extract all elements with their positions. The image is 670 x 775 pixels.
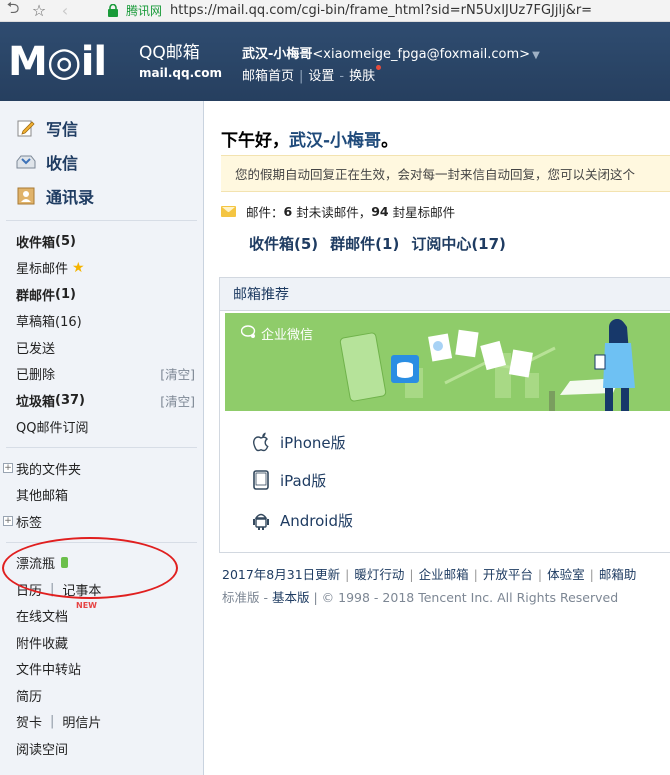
plus-expand-icon[interactable]: +: [3, 463, 13, 474]
quick-subscription-link[interactable]: 订阅中心(17): [411, 235, 506, 253]
receive-label: 收信: [46, 154, 79, 173]
account-name: 武汉-小梅哥: [242, 47, 313, 62]
footer-copyright: 标准版 - 基本版 | © 1998 - 2018 Tencent Inc. A…: [222, 590, 619, 605]
apple-icon: [250, 431, 272, 453]
browser-toolbar: ⮌ ☆ ‹ 腾讯网 https://mail.qq.com/cgi-bin/fr…: [0, 0, 670, 22]
sidebar-item-spam[interactable]: 垃圾箱 (37) [清空]: [0, 387, 203, 414]
starred-link[interactable]: 封星标邮件: [393, 202, 456, 221]
main-content: 下午好，武汉-小梅哥。 您的假期自动回复正在生效，会对每一封来信自动回复，您可以…: [205, 101, 670, 775]
sidebar-item-my-folders[interactable]: + 我的文件夹: [0, 455, 203, 482]
postcard-link[interactable]: 明信片: [62, 712, 101, 731]
tablet-icon: [250, 469, 272, 491]
recommend-title: 邮箱推荐: [220, 278, 670, 311]
inbox-tray-icon: [16, 152, 36, 172]
site-name: 腾讯网: [126, 4, 163, 18]
copyright-text: © 1998 - 2018 Tencent Inc. All Rights Re…: [321, 590, 619, 605]
quick-links: 收件箱(5) 群邮件(1) 订阅中心(17): [249, 233, 518, 254]
sidebar-item-drafts[interactable]: 草稿箱(16): [0, 308, 203, 335]
lock-icon: [106, 4, 120, 18]
sidebar-item-cards: 贺卡 | 明信片: [16, 712, 102, 732]
bottle-icon: [61, 557, 69, 569]
envelope-icon: [221, 206, 236, 217]
footer-update-link[interactable]: 2017年8月31日更新: [222, 567, 340, 582]
starred-count: 94: [371, 204, 389, 219]
account-email: <xiaomeige_fpga@foxmail.com>: [312, 47, 531, 62]
mail-logo[interactable]: M◎il: [8, 40, 107, 84]
compose-label: 写信: [46, 120, 79, 139]
sidebar-item-drift-bottle[interactable]: 漂流瓶: [0, 550, 203, 577]
greeting-card-link[interactable]: 贺卡: [16, 712, 42, 731]
quick-inbox-link[interactable]: 收件箱(5): [249, 235, 318, 253]
receive-button[interactable]: 收信: [0, 145, 203, 179]
chevron-down-icon[interactable]: ▼: [532, 50, 540, 61]
clear-deleted-button[interactable]: [清空]: [160, 364, 195, 383]
vacation-notice: 您的假期自动回复正在生效，会对每一封来信自动回复，您可以关闭这个: [221, 155, 670, 192]
sidebar-item-starred[interactable]: 星标邮件 ★: [0, 255, 203, 282]
notes-link[interactable]: 记事本: [62, 580, 101, 599]
product-domain: mail.qq.com: [139, 66, 222, 80]
iphone-app-link[interactable]: iPhone版: [250, 424, 346, 460]
bookmark-star-icon[interactable]: ☆: [26, 0, 52, 22]
greeting: 下午好，武汉-小梅哥。: [221, 131, 399, 151]
footer-enterprise-link[interactable]: 企业邮箱: [419, 567, 469, 582]
wework-banner[interactable]: 企业微信: [225, 313, 670, 411]
sidebar-item-reading[interactable]: 阅读空间: [0, 735, 203, 762]
footer-links: 2017年8月31日更新 | 暖灯行动 | 企业邮箱 | 开放平台 | 体验室 | 邮箱助: [222, 567, 637, 582]
address-bar[interactable]: https://mail.qq.com/cgi-bin/frame_html?s…: [170, 3, 592, 18]
divider: [6, 447, 197, 448]
sidebar-item-subscription[interactable]: QQ邮件订阅: [0, 414, 203, 441]
home-link[interactable]: 邮箱首页: [242, 69, 294, 84]
footer-standard-version: 标准版: [222, 590, 260, 605]
clear-spam-button[interactable]: [清空]: [160, 391, 195, 410]
recommend-card: 邮箱推荐 企业微信 iPhone版 iPad版 Android版: [219, 277, 670, 553]
ipad-app-link[interactable]: iPad版: [250, 462, 326, 498]
footer-openplatform-link[interactable]: 开放平台: [483, 567, 533, 582]
footer-lab-link[interactable]: 体验室: [547, 567, 585, 582]
unread-link[interactable]: 封未读邮件，: [296, 202, 371, 221]
sidebar-item-tags[interactable]: + 标签: [0, 508, 203, 535]
divider: [6, 541, 197, 543]
account-info[interactable]: 武汉-小梅哥<xiaomeige_fpga@foxmail.com> ▼: [242, 43, 540, 62]
android-icon: [250, 509, 272, 531]
sidebar-item-other-mailbox[interactable]: 其他邮箱: [0, 482, 203, 509]
contacts-button[interactable]: 通讯录: [0, 179, 203, 213]
plus-expand-icon[interactable]: +: [3, 516, 13, 527]
pencil-icon: [16, 118, 36, 138]
sidebar-item-calendar-notes: 日历 | 记事本: [16, 580, 102, 599]
android-app-link[interactable]: Android版: [250, 502, 353, 538]
sidebar-item-online-docs[interactable]: 在线文档 NEW: [0, 600, 203, 630]
sidebar-item-group-mail[interactable]: 群邮件 (1): [0, 281, 203, 308]
product-name: QQ邮箱: [139, 43, 200, 63]
back-arrow-icon[interactable]: ‹: [52, 0, 78, 22]
divider: [6, 220, 197, 221]
chat-bubble-icon: [240, 324, 257, 343]
footer-warmlight-link[interactable]: 暖灯行动: [354, 567, 404, 582]
mail-stats: 邮件： 6 封未读邮件， 94 封星标邮件: [221, 202, 455, 221]
quick-group-link[interactable]: 群邮件(1): [330, 235, 399, 253]
greeting-username[interactable]: 武汉-小梅哥: [289, 131, 381, 151]
address-book-icon: [16, 186, 36, 206]
sidebar-item-deleted[interactable]: 已删除 [清空]: [0, 361, 203, 388]
contacts-label: 通讯录: [46, 188, 95, 207]
header-links: 邮箱首页 | 设置 - 换肤: [242, 65, 382, 84]
footer-basic-version-link[interactable]: 基本版: [272, 590, 310, 605]
undo-icon[interactable]: ⮌: [0, 0, 26, 22]
unread-count: 6: [283, 204, 293, 219]
sidebar-item-attachments[interactable]: 附件收藏: [0, 629, 203, 656]
compose-button[interactable]: 写信: [0, 111, 203, 145]
sidebar-item-resume[interactable]: 简历: [0, 682, 203, 709]
notification-dot: [376, 65, 382, 70]
footer-helper-link[interactable]: 邮箱助: [599, 567, 637, 582]
mail-header: M◎il QQ邮箱 mail.qq.com 武汉-小梅哥<xiaomeige_f…: [0, 22, 670, 101]
new-badge: NEW: [76, 600, 97, 610]
sidebar-item-sent[interactable]: 已发送: [0, 334, 203, 361]
star-icon: ★: [72, 259, 85, 276]
settings-link[interactable]: 设置: [308, 69, 334, 84]
skin-link[interactable]: 换肤: [349, 69, 375, 84]
calendar-link[interactable]: 日历: [16, 580, 42, 599]
wework-label: 企业微信: [240, 324, 313, 343]
sidebar: 写信 收信 通讯录 收件箱 (5) 星标邮件 ★ 群邮件 (1) 草稿箱(16) 已发…: [0, 101, 204, 775]
sidebar-item-inbox[interactable]: 收件箱 (5): [0, 228, 203, 255]
sidebar-item-file-transfer[interactable]: 文件中转站: [0, 656, 203, 683]
